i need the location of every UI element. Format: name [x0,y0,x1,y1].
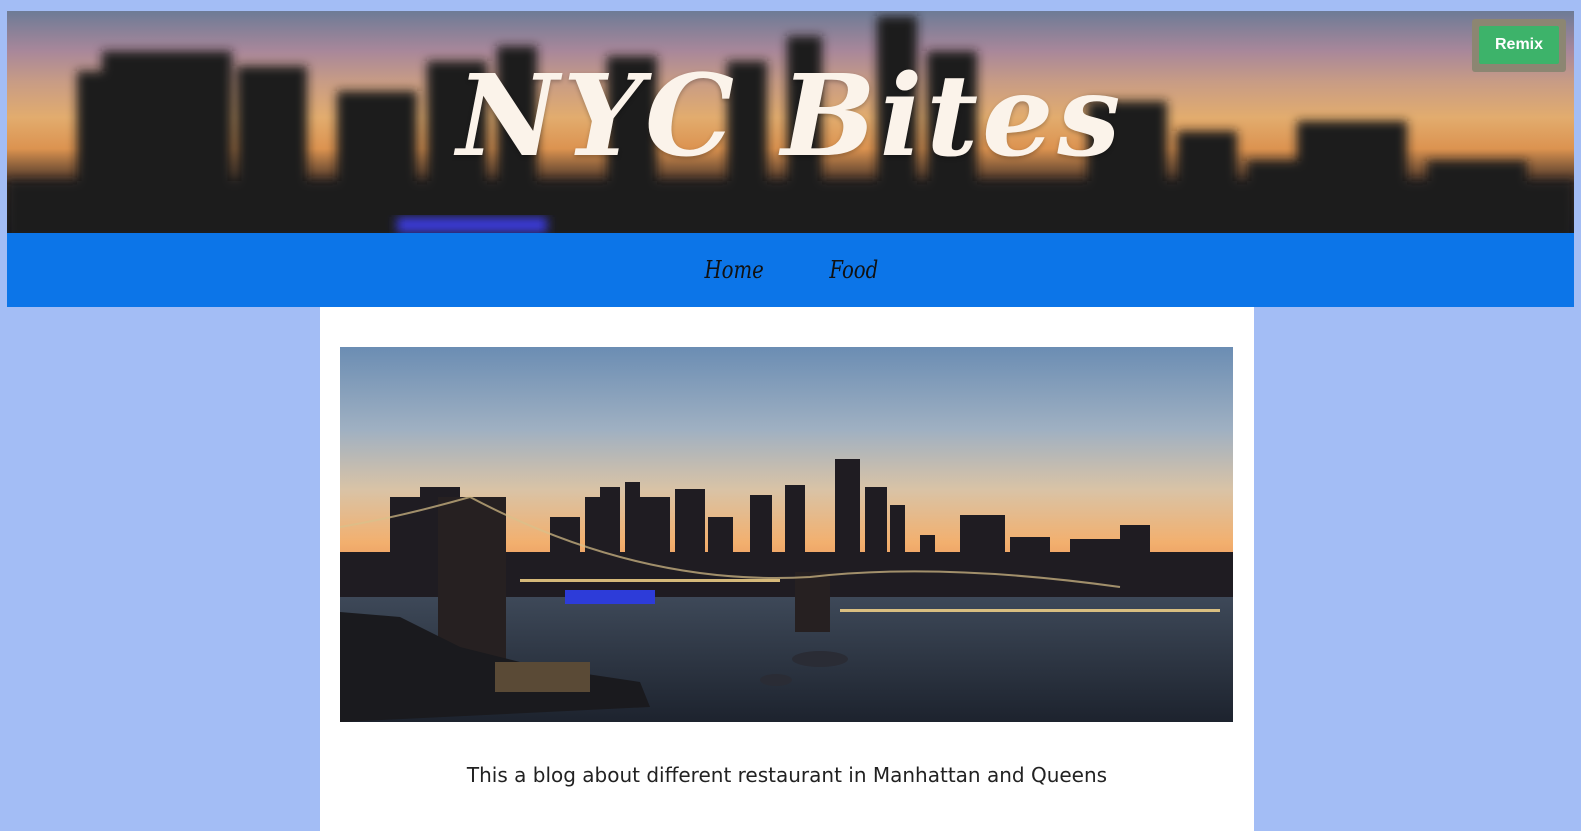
remix-button-frame: Remix [1472,19,1566,72]
nav-links: Home Food [698,253,884,287]
nav-bar: Home Food [7,233,1574,307]
page: NYC Bites Remix Home Food This a blog ab… [0,0,1581,831]
header-banner: NYC Bites [7,11,1574,233]
blog-description: This a blog about different restaurant i… [466,763,1108,787]
skyline-photo-graphic [340,347,1233,722]
nav-link-home[interactable]: Home [704,253,763,287]
nav-link-food[interactable]: Food [829,253,878,287]
remix-button[interactable]: Remix [1479,26,1559,64]
content-card: This a blog about different restaurant i… [320,307,1254,831]
site-title: NYC Bites [456,51,1125,182]
skyline-photo [340,347,1233,722]
